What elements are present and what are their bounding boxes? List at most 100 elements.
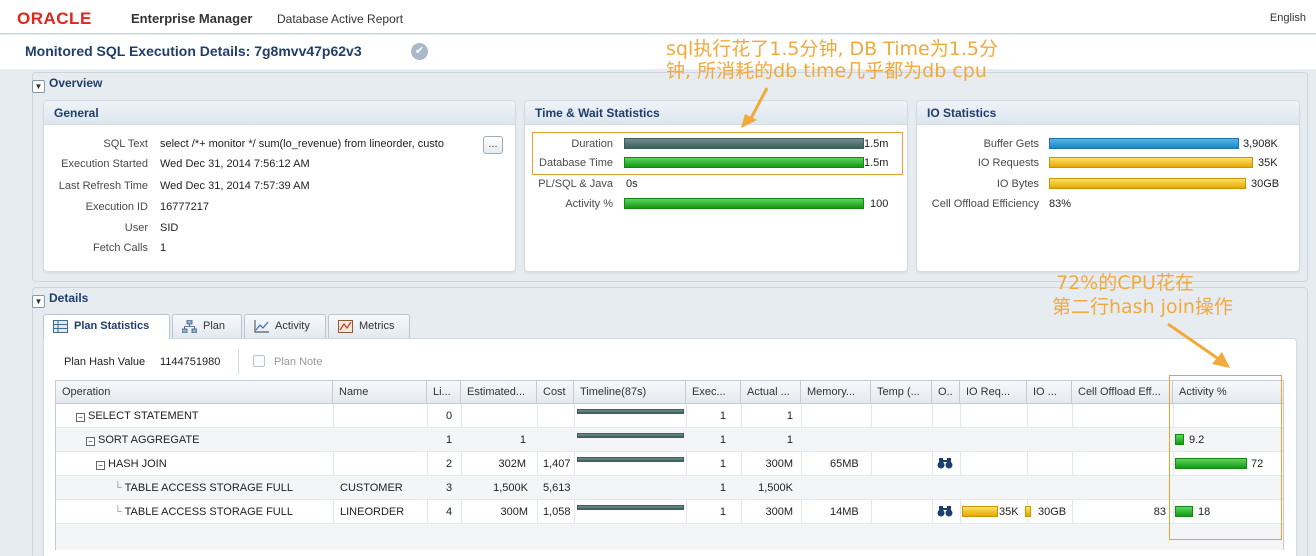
- col-operation[interactable]: Operation: [56, 381, 333, 404]
- binoculars-icon[interactable]: [937, 505, 953, 520]
- io-bytes-value: 30GB: [1251, 178, 1280, 190]
- estimated-cell: 300M: [500, 506, 528, 518]
- duration-value: 1.5m: [864, 138, 889, 150]
- overview-section-header[interactable]: ▼ Overview: [32, 76, 102, 96]
- col-actual[interactable]: Actual ...: [741, 381, 801, 404]
- actual-cell: 300M: [765, 458, 793, 470]
- status-check-icon: ✔: [411, 43, 428, 60]
- report-type: Database Active Report: [277, 12, 404, 26]
- operation-text: TABLE ACCESS STORAGE FULL: [124, 506, 293, 518]
- user-label: User: [124, 222, 148, 234]
- col-io-bytes[interactable]: IO ...: [1027, 381, 1072, 404]
- binoculars-icon[interactable]: [937, 457, 953, 472]
- tab-plan-statistics[interactable]: Plan Statistics: [43, 314, 170, 339]
- plan-statistics-table: Operation Name Li... Estimated... Cost T…: [55, 380, 1284, 550]
- sql-text-more-button[interactable]: ...: [483, 136, 503, 154]
- io-bytes-bar: [1049, 178, 1246, 189]
- chevron-down-icon[interactable]: ▼: [32, 80, 45, 93]
- actual-cell: 1,500K: [758, 482, 793, 494]
- time-wait-panel-title: Time & Wait Statistics: [525, 101, 907, 125]
- metrics-chart-icon: [338, 320, 353, 333]
- last-refresh-value: Wed Dec 31, 2014 7:57:39 AM: [160, 180, 310, 192]
- line-cell: 4: [446, 506, 453, 518]
- user-value: SID: [160, 222, 179, 234]
- fetch-calls-value: 1: [160, 242, 167, 254]
- col-o[interactable]: O..: [932, 381, 960, 404]
- line-cell: 2: [446, 458, 453, 470]
- plan-hash-label: Plan Hash Value: [64, 356, 146, 368]
- annotation-right-line1: 72%的CPU花在: [1056, 272, 1194, 294]
- timeline-bar: [577, 505, 684, 510]
- io-bytes-bar: [1025, 506, 1031, 517]
- exec-started-value: Wed Dec 31, 2014 7:56:12 AM: [160, 158, 310, 170]
- activity-value: 100: [870, 198, 889, 210]
- tab-plan-statistics-label: Plan Statistics: [74, 320, 150, 332]
- collapse-icon[interactable]: −: [86, 437, 95, 446]
- activity-label: Activity %: [565, 198, 613, 210]
- duration-bar: [624, 138, 864, 149]
- exec-cell: 1: [719, 410, 726, 422]
- estimated-cell: 1: [519, 434, 526, 446]
- annotation-top-line2: 钟, 所消耗的db time几乎都为db cpu: [666, 60, 987, 82]
- actual-cell: 1: [786, 410, 793, 422]
- tab-metrics[interactable]: Metrics: [328, 314, 410, 338]
- col-name[interactable]: Name: [333, 381, 427, 404]
- table-row[interactable]: − SORT AGGREGATE 1 1 1 1 9.2: [56, 428, 1283, 452]
- page-title-bar: Monitored SQL Execution Details: 7g8mvv4…: [0, 35, 1316, 69]
- db-time-bar: [624, 157, 864, 168]
- operation-text: SORT AGGREGATE: [98, 434, 200, 446]
- timeline-bar: [577, 457, 684, 462]
- col-timeline[interactable]: Timeline(87s): [574, 381, 686, 404]
- table-row[interactable]: └ TABLE ACCESS STORAGE FULL CUSTOMER 3 1…: [56, 476, 1283, 500]
- col-cell-offload[interactable]: Cell Offload Eff...: [1072, 381, 1173, 404]
- exec-cell: 1: [719, 506, 726, 518]
- io-panel-title: IO Statistics: [917, 101, 1299, 125]
- estimated-cell: 1,500K: [493, 482, 528, 494]
- col-estimated[interactable]: Estimated...: [461, 381, 537, 404]
- chevron-down-icon[interactable]: ▼: [32, 295, 45, 308]
- tab-metrics-label: Metrics: [359, 320, 395, 332]
- exec-id-value: 16777217: [160, 201, 209, 213]
- col-line[interactable]: Li...: [427, 381, 461, 404]
- name-cell: CUSTOMER: [340, 482, 403, 494]
- product-name: Enterprise Manager: [131, 11, 253, 26]
- language-selector[interactable]: English: [1270, 12, 1306, 24]
- tree-connector: └: [114, 482, 125, 494]
- collapse-icon[interactable]: −: [76, 413, 85, 422]
- last-refresh-label: Last Refresh Time: [58, 180, 148, 192]
- table-row[interactable]: − SELECT STATEMENT 0 1 1: [56, 404, 1283, 428]
- collapse-icon[interactable]: −: [96, 461, 105, 470]
- buffer-gets-label: Buffer Gets: [983, 138, 1039, 150]
- line-cell: 3: [446, 482, 453, 494]
- duration-label: Duration: [571, 138, 613, 150]
- annotation-top-line1: sql执行花了1.5分钟, DB Time为1.5分: [666, 38, 998, 60]
- col-cost[interactable]: Cost: [537, 381, 574, 404]
- plan-note-label: Plan Note: [274, 356, 323, 368]
- table-row-empty: [56, 524, 1283, 550]
- plan-hash-divider: [238, 350, 239, 374]
- exec-started-label: Execution Started: [61, 158, 148, 170]
- cost-cell: 1,058: [543, 506, 571, 518]
- col-io-req[interactable]: IO Req...: [960, 381, 1027, 404]
- table-row[interactable]: − HASH JOIN 2 302M 1,407 1 300M 65MB 72: [56, 452, 1283, 476]
- operation-cell: └ TABLE ACCESS STORAGE FULL: [114, 500, 293, 524]
- col-temp[interactable]: Temp (...: [871, 381, 932, 404]
- page-title: Monitored SQL Execution Details: 7g8mvv4…: [25, 43, 362, 59]
- exec-id-label: Execution ID: [85, 201, 148, 213]
- cell-offload-cell: 83: [1153, 506, 1166, 518]
- db-time-value: 1.5m: [864, 157, 889, 169]
- tab-plan[interactable]: Plan: [172, 314, 242, 338]
- actual-cell: 1: [786, 434, 793, 446]
- grid-icon: [53, 320, 68, 333]
- table-row[interactable]: └ TABLE ACCESS STORAGE FULL LINEORDER 4 …: [56, 500, 1283, 524]
- plan-note-checkbox[interactable]: [253, 355, 265, 367]
- operation-text: SELECT STATEMENT: [88, 410, 199, 422]
- tab-activity[interactable]: Activity: [244, 314, 326, 338]
- table-header-row: Operation Name Li... Estimated... Cost T…: [56, 381, 1283, 404]
- operation-text: TABLE ACCESS STORAGE FULL: [124, 482, 293, 494]
- io-requests-value: 35K: [1258, 157, 1278, 169]
- details-section-header[interactable]: ▼ Details: [32, 291, 88, 311]
- col-memory[interactable]: Memory...: [801, 381, 871, 404]
- col-exec[interactable]: Exec...: [686, 381, 741, 404]
- cost-cell: 5,613: [543, 482, 571, 494]
